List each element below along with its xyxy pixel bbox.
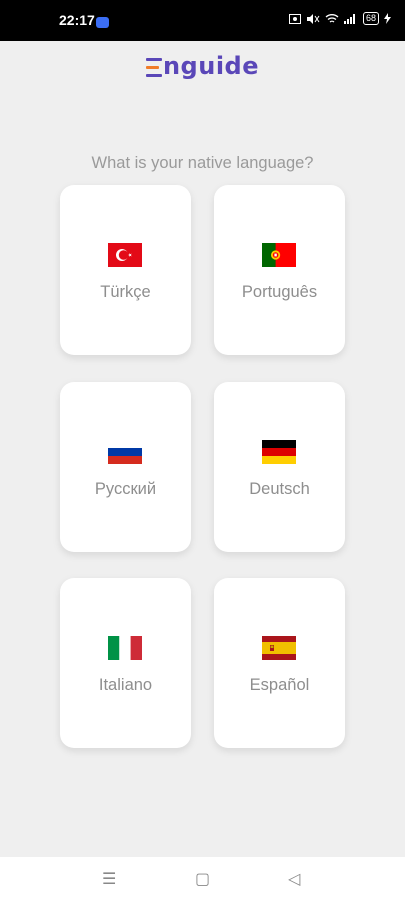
russia-flag-icon bbox=[108, 440, 142, 464]
menu-icon[interactable]: ☰ bbox=[102, 869, 116, 889]
language-label: Türkçe bbox=[100, 283, 151, 301]
wifi-icon bbox=[325, 13, 339, 23]
language-label: Русский bbox=[94, 480, 157, 498]
germany-flag-icon bbox=[262, 440, 296, 464]
italy-flag-icon bbox=[108, 636, 142, 660]
spain-flag-icon bbox=[262, 636, 296, 660]
charging-icon bbox=[384, 13, 391, 24]
signal-icon bbox=[343, 13, 355, 24]
app-logo: nguide bbox=[0, 52, 405, 80]
status-bar: 22:17 68 bbox=[0, 0, 405, 41]
logo-text: nguide bbox=[162, 52, 260, 80]
portugal-flag-icon bbox=[262, 243, 296, 267]
language-label: Español bbox=[249, 676, 310, 694]
language-card-german[interactable]: Deutsch bbox=[214, 382, 345, 552]
back-icon[interactable]: ◁ bbox=[288, 869, 300, 889]
language-label: Deutsch bbox=[249, 480, 310, 498]
status-time: 22:17 bbox=[59, 12, 95, 28]
native-language-question: What is your native language? bbox=[91, 154, 314, 172]
language-card-italian[interactable]: Italiano bbox=[60, 578, 191, 748]
mute-icon bbox=[306, 13, 320, 24]
system-navigation-bar: ☰ ▢ ◁ bbox=[0, 857, 405, 899]
language-label: Italiano bbox=[98, 676, 153, 694]
language-card-spanish[interactable]: Español bbox=[214, 578, 345, 748]
home-icon[interactable]: ▢ bbox=[195, 869, 210, 889]
logo-wordmark: nguide bbox=[145, 52, 260, 80]
logo-e-mark bbox=[145, 57, 163, 77]
language-card-russian[interactable]: Русский bbox=[60, 382, 191, 552]
screenshot-icon bbox=[288, 13, 301, 24]
turkey-flag-icon bbox=[108, 243, 142, 267]
language-card-portuguese[interactable]: Português bbox=[214, 185, 345, 355]
language-card-turkish[interactable]: Türkçe bbox=[60, 185, 191, 355]
language-label: Português bbox=[241, 283, 318, 301]
battery-indicator: 68 bbox=[362, 12, 379, 25]
status-icons: 68 bbox=[288, 12, 391, 25]
notification-app-icon bbox=[96, 17, 109, 28]
